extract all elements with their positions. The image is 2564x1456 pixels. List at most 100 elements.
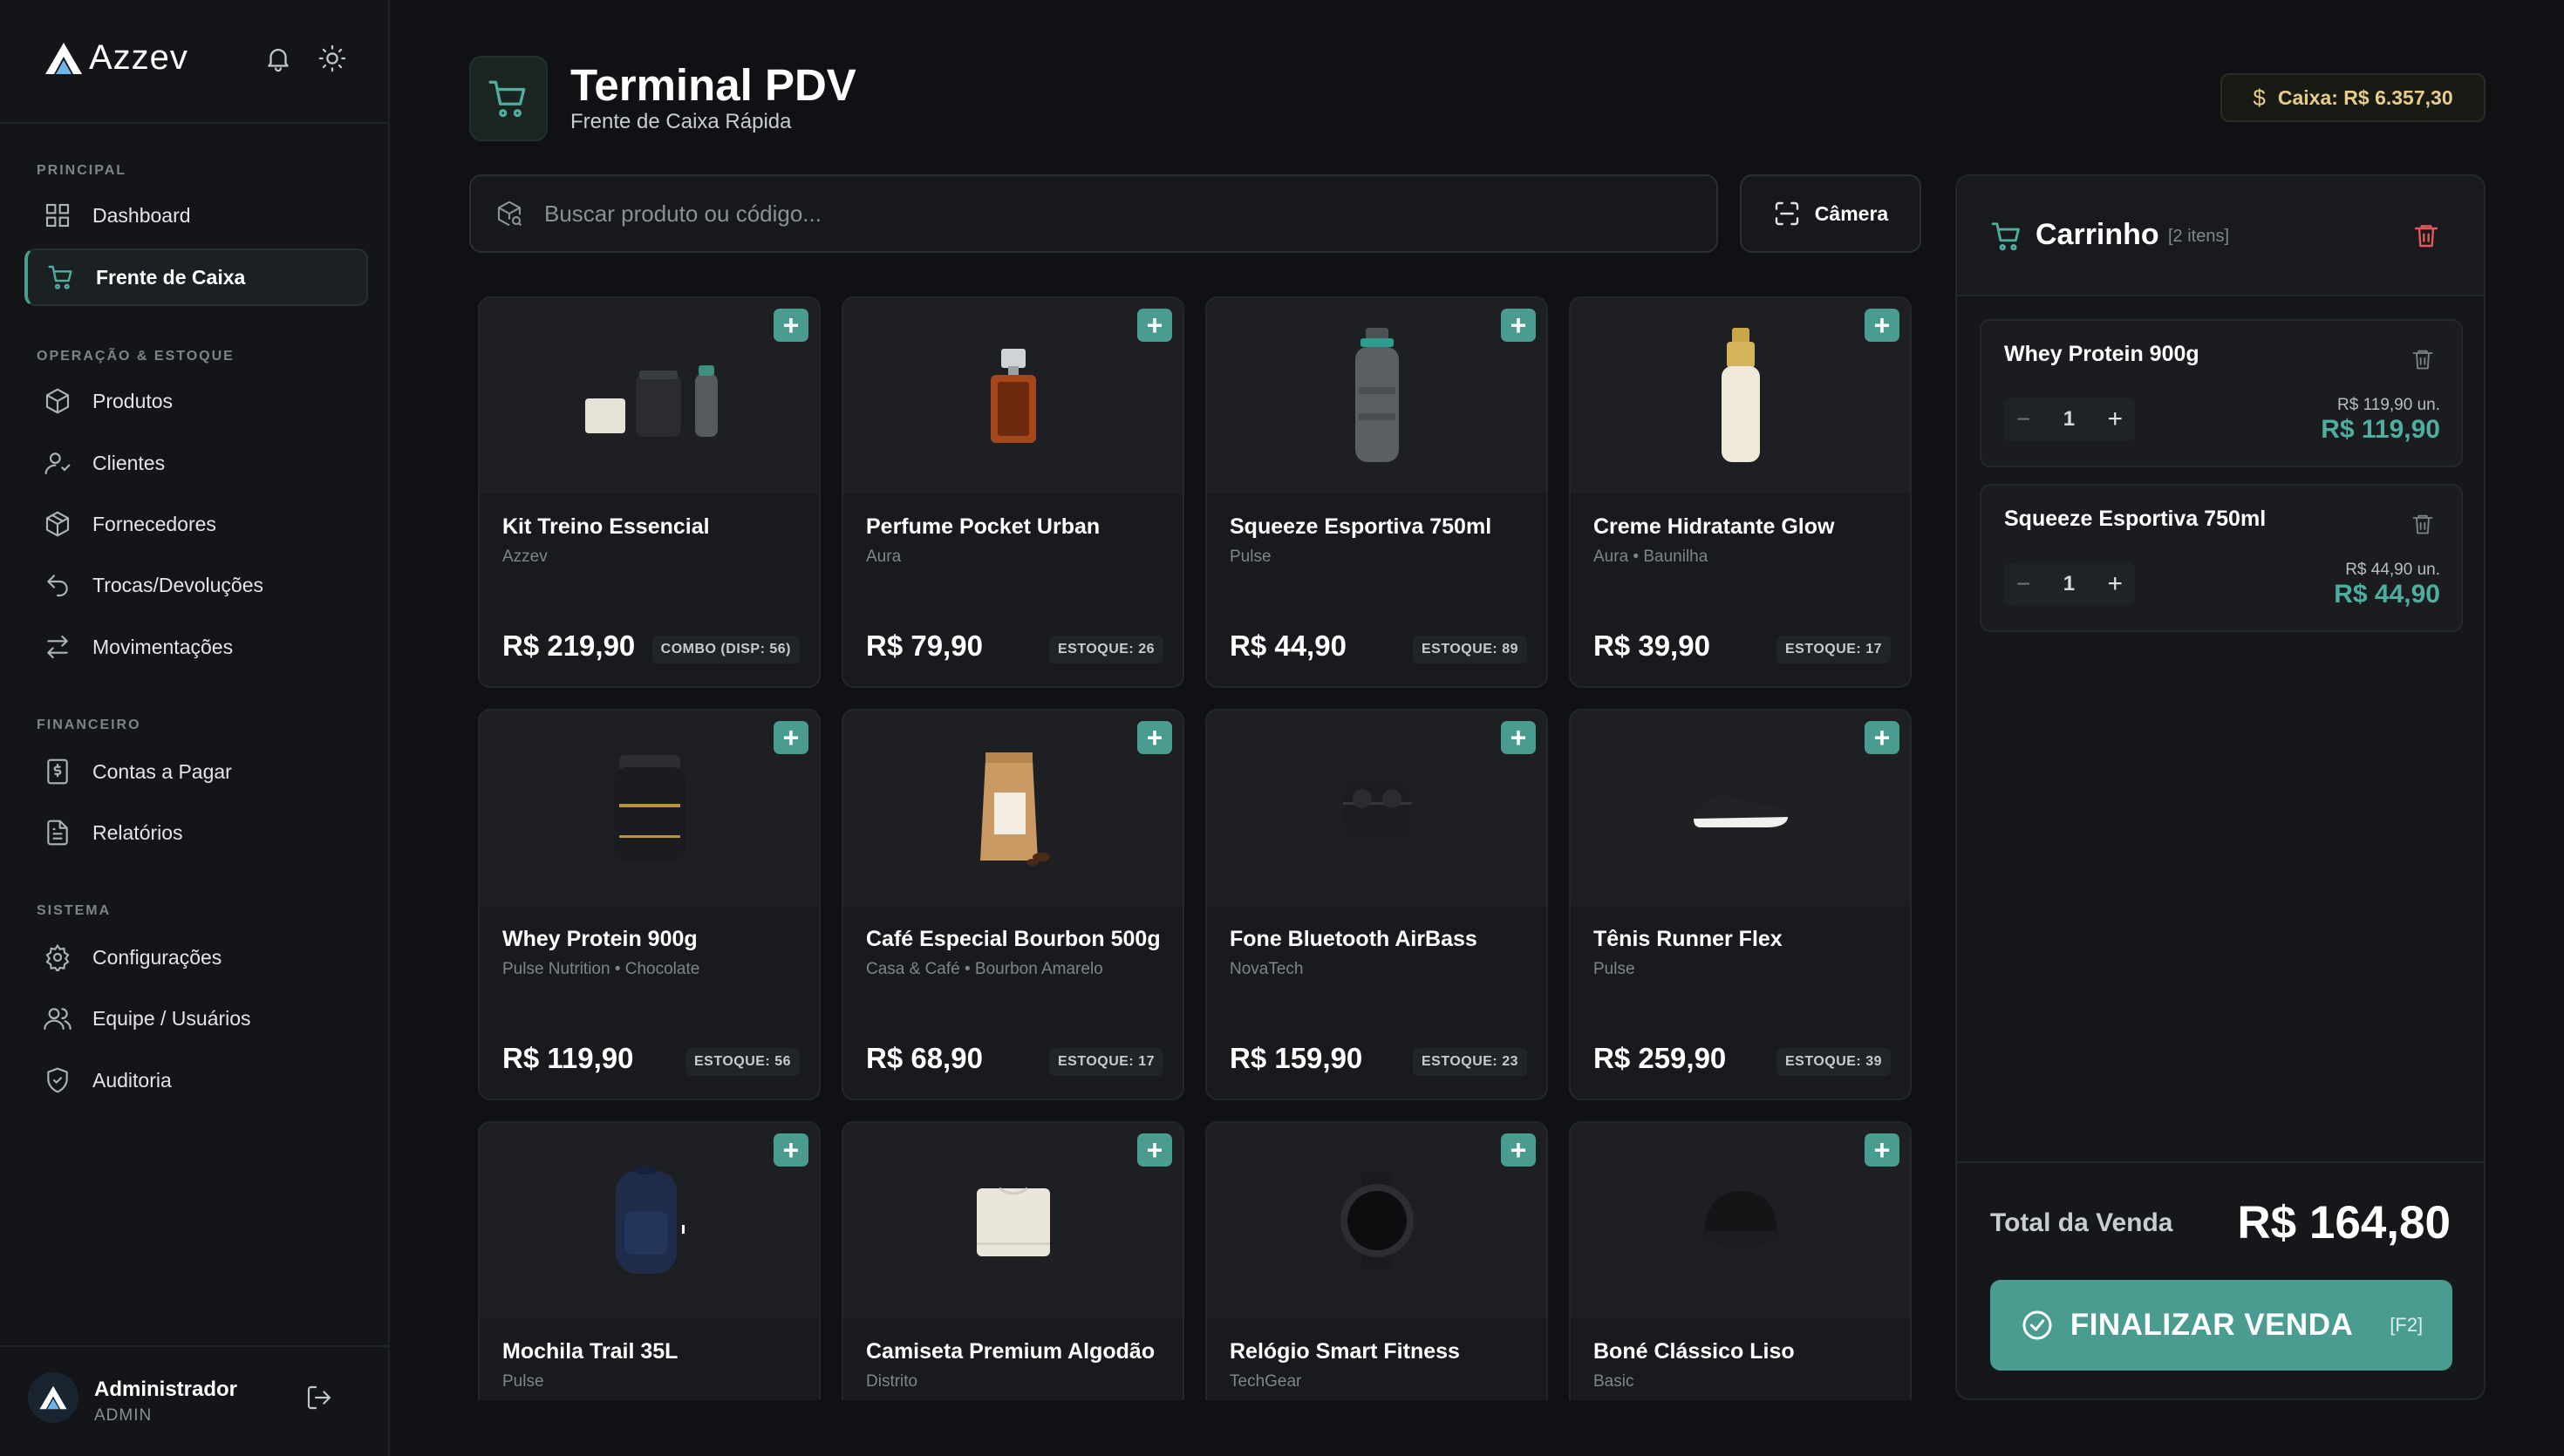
product-card[interactable]: + Relógio Smart Fitness TechGear <box>1205 1121 1548 1400</box>
bell-icon[interactable] <box>263 44 293 73</box>
cart-item-unit-price: R$ 119,90 un. <box>2337 396 2440 414</box>
remove-item-trash-icon[interactable] <box>2411 512 2435 536</box>
product-name: Fone Bluetooth AirBass <box>1230 927 1477 951</box>
finalize-sale-label: FINALIZAR VENDA <box>2070 1308 2354 1342</box>
undo-icon <box>47 575 68 597</box>
product-price: R$ 119,90 <box>502 1042 634 1074</box>
product-card[interactable]: + Kit Treino Essencial Azzev R$ 219,90 C… <box>478 296 821 688</box>
add-to-cart-button[interactable]: + <box>1865 1133 1899 1167</box>
cart-icon <box>1991 222 2020 251</box>
sidebar-item-auditoria[interactable]: Auditoria <box>24 1051 368 1109</box>
camera-button[interactable]: Câmera <box>1740 174 1921 253</box>
product-brand: Pulse <box>502 1372 544 1391</box>
sidebar-item-label: Dashboard <box>92 203 191 227</box>
decrease-qty-button[interactable]: − <box>2016 405 2030 433</box>
product-image-tshirt <box>843 1123 1183 1318</box>
package-search-icon <box>497 201 522 227</box>
check-circle-icon <box>2022 1310 2052 1340</box>
sidebar-item-clientes[interactable]: Clientes <box>24 434 368 492</box>
arrows-icon <box>47 635 68 659</box>
product-card[interactable]: + Perfume Pocket Urban Aura R$ 79,90 EST… <box>842 296 1184 688</box>
product-name: Squeeze Esportiva 750ml <box>1230 514 1492 539</box>
product-name: Whey Protein 900g <box>502 927 698 951</box>
cash-balance-text: Caixa: R$ 6.357,30 <box>2277 85 2453 109</box>
clear-cart-trash-icon[interactable] <box>2412 221 2440 249</box>
total-value: R$ 164,80 <box>2237 1197 2451 1248</box>
add-to-cart-button[interactable]: + <box>1137 1133 1172 1167</box>
grid-icon <box>45 203 70 228</box>
section-label-sistema: SISTEMA <box>37 903 112 918</box>
product-price: R$ 79,90 <box>866 629 983 662</box>
sidebar-item-dashboard[interactable]: Dashboard <box>24 187 368 244</box>
dollar-icon: $ <box>2253 84 2266 111</box>
search-input[interactable] <box>544 200 1678 228</box>
product-card[interactable]: + Café Especial Bourbon 500g Casa & Café… <box>842 709 1184 1100</box>
product-brand: Basic <box>1593 1372 1634 1391</box>
product-brand: Aura <box>866 548 902 566</box>
add-to-cart-button[interactable]: + <box>774 1133 808 1167</box>
product-card[interactable]: + Whey Protein 900g Pulse Nutrition • Ch… <box>478 709 821 1100</box>
brand-logo[interactable]: Azzev <box>44 38 188 78</box>
remove-item-trash-icon[interactable] <box>2411 347 2435 371</box>
sun-icon[interactable] <box>317 44 347 73</box>
sidebar-item-fornecedores[interactable]: Fornecedores <box>24 495 368 553</box>
add-to-cart-button[interactable]: + <box>1137 309 1172 342</box>
sidebar-item-label: Contas a Pagar <box>92 759 232 783</box>
product-image-shoe <box>1571 711 1910 906</box>
product-brand: Azzev <box>502 548 548 566</box>
cart-item: Whey Protein 900g − 1 + R$ 119,90 un. R$… <box>1980 319 2463 467</box>
product-card[interactable]: + Tênis Runner Flex Pulse R$ 259,90 ESTO… <box>1569 709 1912 1100</box>
user-panel: Administrador ADMIN <box>0 1345 390 1456</box>
sidebar-item-movimentacoes[interactable]: Movimentações <box>24 618 368 676</box>
section-label-principal: PRINCIPAL <box>37 163 127 178</box>
stock-badge: ESTOQUE: 89 <box>1412 636 1527 663</box>
product-card[interactable]: + Camiseta Premium Algodão Distrito <box>842 1121 1184 1400</box>
increase-qty-button[interactable]: + <box>2107 405 2123 434</box>
gear-icon <box>45 943 70 971</box>
product-brand: TechGear <box>1230 1372 1302 1391</box>
add-to-cart-button[interactable]: + <box>1865 309 1899 342</box>
add-to-cart-button[interactable]: + <box>1501 721 1536 754</box>
add-to-cart-button[interactable]: + <box>1501 1133 1536 1167</box>
cart-icon <box>488 80 526 118</box>
sidebar-item-configuracoes[interactable]: Configurações <box>24 929 368 986</box>
product-price: R$ 259,90 <box>1593 1042 1727 1074</box>
product-card[interactable]: + Mochila Trail 35L Pulse <box>478 1121 821 1400</box>
product-price: R$ 159,90 <box>1230 1042 1363 1074</box>
avatar[interactable] <box>28 1372 78 1423</box>
sidebar-item-relatorios[interactable]: Relatórios <box>24 804 368 861</box>
product-image-kit <box>480 298 819 493</box>
add-to-cart-button[interactable]: + <box>1865 721 1899 754</box>
user-role: ADMIN <box>94 1406 153 1425</box>
product-card[interactable]: + Fone Bluetooth AirBass NovaTech R$ 159… <box>1205 709 1548 1100</box>
sidebar-item-frente-de-caixa[interactable]: Frente de Caixa <box>24 248 368 306</box>
product-card[interactable]: + Squeeze Esportiva 750ml Pulse R$ 44,90… <box>1205 296 1548 688</box>
finalize-sale-button[interactable]: FINALIZAR VENDA [F2] <box>1990 1280 2452 1371</box>
add-to-cart-button[interactable]: + <box>1501 309 1536 342</box>
add-to-cart-button[interactable]: + <box>774 721 808 754</box>
product-brand: Pulse Nutrition • Chocolate <box>502 960 700 978</box>
sidebar-item-trocas[interactable]: Trocas/Devoluções <box>24 556 368 614</box>
sidebar-item-equipe[interactable]: Equipe / Usuários <box>24 990 368 1047</box>
product-brand: Aura • Baunilha <box>1593 548 1708 566</box>
product-name: Mochila Trail 35L <box>502 1339 679 1364</box>
product-brand: Casa & Café • Bourbon Amarelo <box>866 960 1103 978</box>
cart-item-count: [2 itens] <box>2168 227 2230 246</box>
product-name: Café Especial Bourbon 500g <box>866 927 1161 951</box>
bill-icon <box>47 759 68 785</box>
sidebar-item-contas-a-pagar[interactable]: Contas a Pagar <box>24 743 368 800</box>
product-card[interactable]: + Boné Clássico Liso Basic <box>1569 1121 1912 1400</box>
sidebar-header: Azzev <box>0 0 388 124</box>
increase-qty-button[interactable]: + <box>2107 569 2123 599</box>
box-icon <box>45 388 70 414</box>
azzev-logo-icon <box>39 1385 67 1410</box>
total-label: Total da Venda <box>1990 1208 2173 1237</box>
decrease-qty-button[interactable]: − <box>2016 570 2030 598</box>
sidebar-item-produtos[interactable]: Produtos <box>24 372 368 430</box>
logout-icon[interactable] <box>305 1384 333 1412</box>
product-card[interactable]: + Creme Hidratante Glow Aura • Baunilha … <box>1569 296 1912 688</box>
cart-item-unit-price: R$ 44,90 un. <box>2345 561 2440 579</box>
product-price: R$ 219,90 <box>502 629 636 662</box>
add-to-cart-button[interactable]: + <box>1137 721 1172 754</box>
add-to-cart-button[interactable]: + <box>774 309 808 342</box>
